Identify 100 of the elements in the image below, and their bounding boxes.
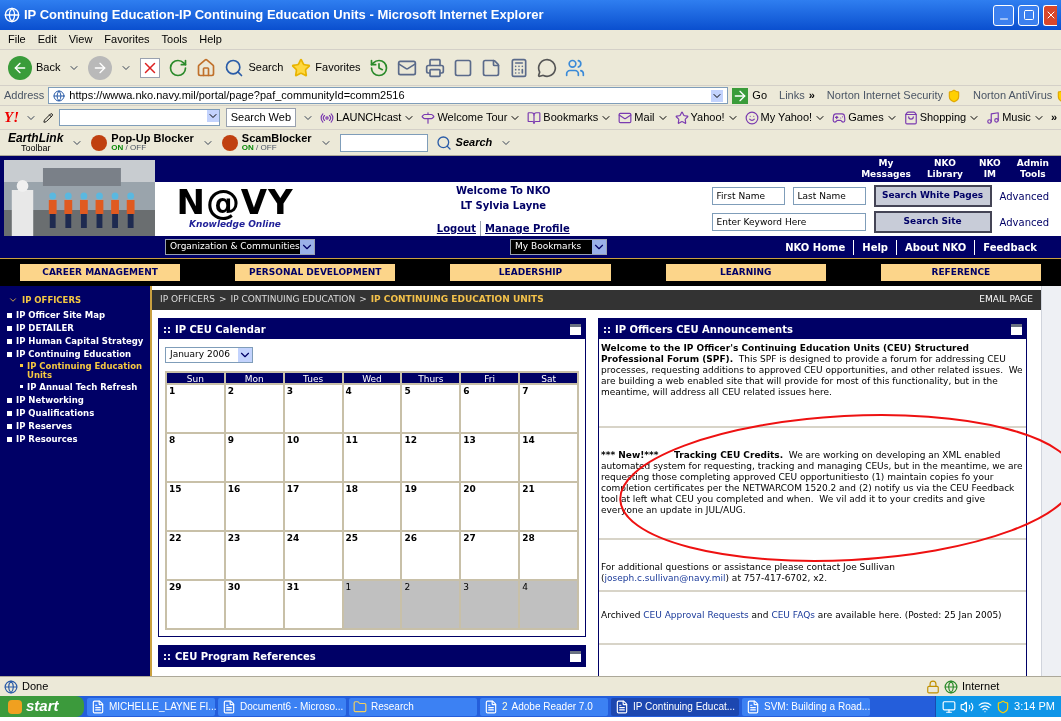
more-chevron[interactable]: » (808, 87, 815, 104)
day-cell[interactable]: 5 (401, 384, 461, 433)
day-cell[interactable]: 29 (166, 580, 225, 629)
day-cell[interactable]: 30 (224, 580, 284, 629)
pencil-icon[interactable] (43, 110, 54, 125)
day-cell[interactable]: 13 (460, 433, 520, 482)
go-button[interactable]: Go (732, 87, 768, 104)
day-cell[interactable]: 20 (460, 482, 520, 531)
people-icon[interactable] (564, 57, 585, 78)
sidebar-item[interactable]: IP Continuing Education Units (27, 361, 150, 380)
drag-handle[interactable]: :: (603, 321, 611, 337)
name-field[interactable]: First Name (711, 187, 785, 205)
start-button[interactable]: start (0, 696, 84, 717)
home-icon[interactable] (196, 57, 217, 78)
category-tab[interactable]: LEADERSHIP (450, 264, 611, 281)
email-page-link[interactable]: EMAIL PAGE (979, 293, 1033, 307)
minimize-button[interactable] (993, 4, 1014, 26)
toolbar-logo[interactable]: Y! (4, 106, 19, 129)
day-cell[interactable]: 16 (224, 482, 284, 531)
sidebar-item[interactable]: IP Officer Site Map (16, 310, 106, 320)
earthlink-search-field[interactable] (339, 133, 428, 152)
day-cell[interactable]: 18 (342, 482, 402, 531)
advanced-link[interactable]: Advanced (999, 214, 1049, 230)
day-cell[interactable]: 10 (283, 433, 343, 482)
taskbar-button[interactable]: IP Continuing Educat... (611, 697, 739, 716)
category-tab[interactable]: CAREER MANAGEMENT (20, 264, 181, 281)
taskbar-button[interactable]: SVM: Building a Road... (742, 697, 870, 716)
taskbar-button[interactable]: 2 Adobe Reader 7.0 (480, 697, 608, 716)
day-cell[interactable]: 4 (519, 580, 578, 629)
day-cell[interactable]: 21 (519, 482, 578, 531)
minimize-icon[interactable] (1011, 323, 1022, 335)
day-cell[interactable]: 8 (166, 433, 225, 482)
refresh-icon[interactable] (168, 57, 189, 78)
history-icon[interactable] (368, 57, 389, 78)
menu-item[interactable]: File (8, 31, 26, 48)
address-field[interactable]: https://wwwa.nko.navy.mil/portal/page?paf_communityId=comm2516 (48, 87, 729, 104)
nav-link[interactable]: Help (853, 239, 897, 255)
category-tab[interactable]: REFERENCE (880, 264, 1041, 281)
sidebar-item[interactable]: IP Reserves (16, 421, 73, 431)
day-cell[interactable]: 19 (401, 482, 461, 531)
toolbar-menu-item[interactable]: Games (832, 109, 898, 126)
more-chevron[interactable]: » (1050, 109, 1057, 126)
toolbar-menu-item[interactable]: My Yahoo! (744, 109, 827, 126)
menu-item[interactable]: View (68, 31, 93, 48)
sidebar-item[interactable]: IP Resources (16, 434, 78, 444)
drag-handle[interactable]: :: (163, 648, 171, 664)
toolbar-menu-item[interactable]: Welcome Tour (421, 109, 522, 126)
breadcrumb-link[interactable]: IP CONTINUING EDUCATION (230, 293, 356, 307)
stop-icon[interactable] (140, 57, 161, 78)
sidebar-item[interactable]: IP Continuing Education (16, 349, 132, 359)
sidebar-item[interactable]: IP DETAILER (16, 323, 74, 333)
day-cell[interactable]: 28 (519, 531, 578, 580)
announcement-link[interactable]: CEU FAQs (771, 610, 815, 620)
search-button[interactable]: Search (224, 57, 284, 78)
toolbar-menu-item[interactable]: Shopping (903, 109, 981, 126)
dropdown[interactable]: Organization & Communities (165, 239, 315, 255)
day-cell[interactable]: 3 (283, 384, 343, 433)
header-link[interactable]: NKO IM (978, 158, 1001, 180)
earthlink-logo[interactable]: EarthLink Toolbar (8, 132, 64, 153)
header-link[interactable]: My Messages (861, 158, 911, 180)
menu-item[interactable]: Edit (37, 31, 57, 48)
minimize-icon[interactable] (570, 650, 581, 662)
day-cell[interactable]: 4 (342, 384, 402, 433)
advanced-link[interactable]: Advanced (999, 188, 1049, 204)
maximize-button[interactable] (1018, 4, 1039, 26)
toolbar-menu-item[interactable]: Bookmarks (527, 109, 613, 126)
breadcrumb-link[interactable]: IP OFFICERS (160, 293, 215, 307)
day-cell[interactable]: 31 (283, 580, 343, 629)
toolbar-menu-item[interactable]: Music (986, 109, 1045, 126)
header-link[interactable]: NKO Library (926, 158, 963, 180)
search-site-button[interactable]: Search Site (873, 211, 992, 233)
chat-bubble-icon[interactable] (536, 57, 557, 78)
day-cell[interactable]: 25 (342, 531, 402, 580)
profile-link[interactable]: Logout (432, 220, 480, 236)
day-cell[interactable]: 23 (224, 531, 284, 580)
nav-link[interactable]: About NKO (896, 239, 975, 255)
day-cell[interactable]: 2 (224, 384, 284, 433)
taskbar-button[interactable]: Research (349, 697, 477, 716)
announcement-link[interactable]: CEU Approval Requests (643, 610, 749, 620)
day-cell[interactable]: 26 (401, 531, 461, 580)
favorites-button[interactable]: Favorites (291, 57, 361, 78)
sidebar-item[interactable]: IP Annual Tech Refresh (27, 382, 138, 392)
search-input[interactable] (59, 109, 220, 126)
day-cell[interactable]: 27 (460, 531, 520, 580)
day-cell[interactable]: 1 (342, 580, 402, 629)
search-web-button[interactable]: Search Web (225, 108, 296, 127)
links-label[interactable]: Links (779, 87, 805, 104)
nav-link[interactable]: NKO Home (777, 239, 854, 255)
day-cell[interactable]: 3 (460, 580, 520, 629)
month-select[interactable]: January 2006 (165, 347, 253, 363)
square-icon[interactable] (452, 57, 473, 78)
scrollbar[interactable] (1041, 286, 1061, 676)
profile-link[interactable]: Manage Profile (480, 220, 574, 236)
day-cell[interactable]: 7 (519, 384, 578, 433)
close-button[interactable] (1043, 4, 1057, 26)
day-cell[interactable]: 17 (283, 482, 343, 531)
day-cell[interactable]: 2 (401, 580, 461, 629)
addon-button[interactable]: Norton AntiVirus (973, 87, 1061, 104)
printer-icon[interactable] (424, 57, 445, 78)
taskbar-button[interactable]: MICHELLE_LAYNE FI... (87, 697, 215, 716)
